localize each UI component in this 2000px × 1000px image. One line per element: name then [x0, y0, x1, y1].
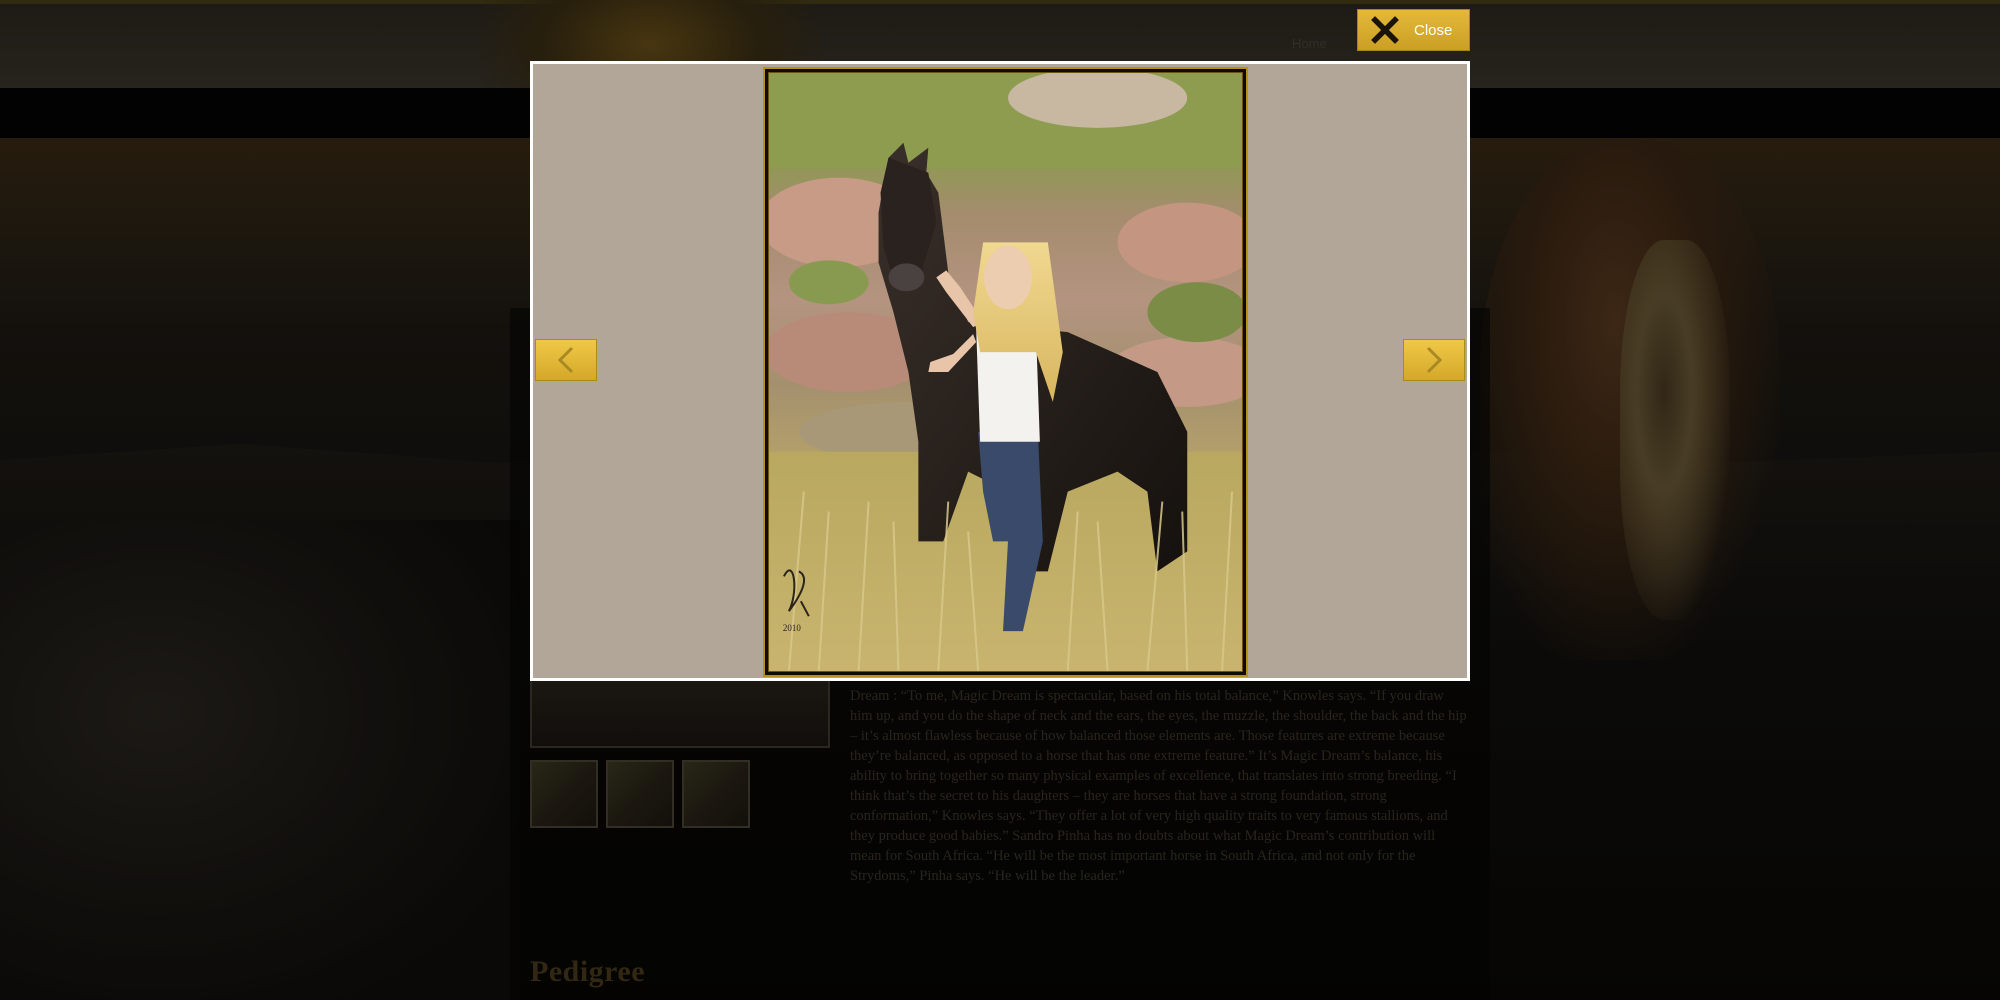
photo-frame: 2010	[763, 67, 1248, 677]
close-label: Close	[1414, 21, 1453, 39]
horse-and-woman-photo: 2010	[769, 73, 1242, 671]
chevron-left-icon	[557, 346, 574, 374]
photo-signature: 2010	[783, 623, 801, 633]
lightbox-stage: 2010	[533, 64, 1467, 678]
next-image-button[interactable]	[1403, 339, 1465, 381]
lightbox-dialog: 2010	[530, 61, 1470, 681]
close-button[interactable]: Close	[1357, 9, 1470, 51]
lightbox-photo: 2010	[768, 72, 1243, 672]
close-icon	[1371, 16, 1399, 44]
previous-image-button[interactable]	[535, 339, 597, 381]
chevron-right-icon	[1426, 346, 1443, 374]
